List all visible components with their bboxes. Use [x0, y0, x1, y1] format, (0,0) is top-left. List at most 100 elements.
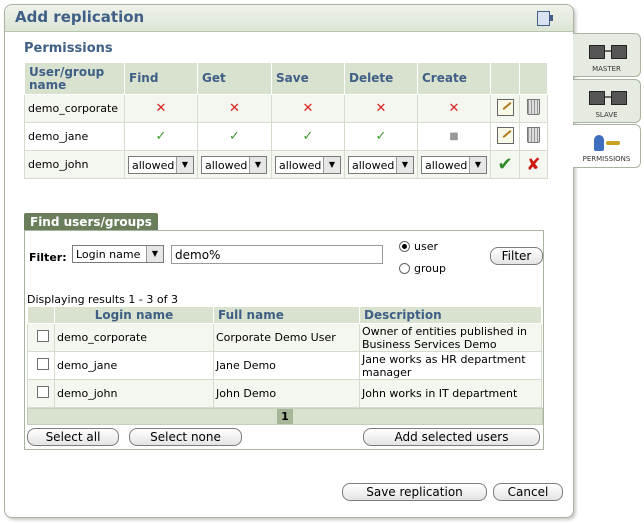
checkbox-column-header: [27, 306, 55, 324]
permission-get-cell: allowed ▼: [197, 150, 272, 179]
save-replication-button[interactable]: Save replication: [342, 483, 487, 501]
select-value: allowed: [205, 158, 248, 172]
row-checkbox[interactable]: [37, 386, 49, 398]
column-header-remove: [519, 62, 548, 95]
results-count: Displaying results 1 - 3 of 3: [27, 293, 178, 306]
row-checkbox[interactable]: [37, 330, 49, 342]
user-row: demo_john John Demo John works in IT dep…: [27, 379, 542, 408]
chevron-down-icon: ▼: [146, 246, 163, 262]
denied-icon: ✕: [229, 101, 240, 116]
column-header-delete: Delete: [344, 62, 418, 95]
tab-permissions-label: PERMISSIONS: [582, 155, 631, 163]
tab-slave-label: SLAVE: [595, 111, 618, 119]
denied-icon: ✕: [302, 101, 314, 116]
user-key-icon: [592, 135, 622, 151]
permission-find-cell: ✕: [124, 94, 198, 123]
full-name-cell: John Demo: [213, 379, 360, 408]
chevron-down-icon: ▼: [176, 156, 193, 173]
tab-master[interactable]: MASTER: [573, 33, 641, 77]
permission-user-name: demo_jane: [24, 122, 125, 151]
permission-row-editing: demo_john allowed ▼ allowed ▼ allowed ▼ all…: [24, 150, 548, 179]
permissions-heading: Permissions: [24, 41, 113, 56]
filter-input[interactable]: [171, 245, 383, 264]
tab-permissions[interactable]: PERMISSIONS: [573, 124, 641, 168]
row-checkbox[interactable]: [37, 358, 49, 370]
find-users-groups-box: Filter: Login name ▼ user group Filter Di…: [24, 230, 544, 450]
denied-icon: ✕: [448, 101, 460, 116]
permission-create-cell: allowed ▼: [417, 150, 491, 179]
description-cell: John works in IT department: [359, 379, 542, 408]
radio-group[interactable]: [399, 263, 410, 274]
permission-find-cell: allowed ▼: [124, 150, 198, 179]
cancel-button[interactable]: Cancel: [493, 483, 563, 501]
add-replication-panel: Add replication Permissions User/group n…: [4, 4, 574, 518]
description-cell: Owner of entities published in Business …: [359, 323, 542, 352]
chevron-down-icon: ▼: [396, 156, 413, 173]
full-name-cell: Jane Demo: [213, 351, 360, 380]
get-permission-select[interactable]: allowed ▼: [201, 155, 267, 174]
help-document-icon[interactable]: [537, 11, 553, 26]
filter-field-select[interactable]: Login name ▼: [72, 245, 164, 263]
create-permission-select[interactable]: allowed ▼: [421, 155, 487, 174]
title-bar: Add replication: [5, 5, 573, 32]
edit-icon[interactable]: [496, 126, 514, 144]
user-row: demo_jane Jane Demo Jane works as HR dep…: [27, 351, 542, 380]
description-cell: Jane works as HR department manager: [359, 351, 542, 380]
permission-row: demo_jane ✓ ✓ ✓ ✓ ■: [24, 122, 548, 151]
page-number[interactable]: 1: [277, 409, 293, 424]
column-header-save: Save: [271, 62, 345, 95]
permission-create-cell: ■: [417, 122, 491, 151]
remove-cell: [519, 94, 548, 123]
select-value: allowed: [132, 158, 175, 172]
denied-icon: ✕: [375, 101, 387, 116]
server-icon: [587, 85, 627, 109]
allowed-check-icon: ✓: [229, 129, 240, 144]
select-none-button[interactable]: Select none: [129, 428, 242, 446]
add-selected-users-button[interactable]: Add selected users: [363, 428, 540, 446]
permission-save-cell: allowed ▼: [271, 150, 345, 179]
find-users-groups-tab: Find users/groups: [24, 213, 158, 231]
cancel-x-icon[interactable]: ✘: [526, 155, 540, 175]
chevron-down-icon: ▼: [323, 156, 340, 173]
select-value: allowed: [425, 158, 468, 172]
edit-cell: [490, 94, 520, 123]
column-header-create: Create: [417, 62, 491, 95]
checkbox-cell: [27, 379, 55, 408]
confirm-check-icon[interactable]: ✔: [497, 154, 512, 175]
allowed-check-icon: ✓: [302, 129, 314, 144]
find-permission-select[interactable]: allowed ▼: [128, 155, 194, 174]
column-header-get: Get: [197, 62, 272, 95]
permission-user-name: demo_corporate: [24, 94, 125, 123]
permission-row: demo_corporate ✕ ✕ ✕ ✕ ✕: [24, 94, 548, 123]
trash-icon[interactable]: [527, 99, 540, 115]
column-header-full-name: Full name: [213, 306, 360, 324]
tab-slave[interactable]: SLAVE: [573, 79, 641, 123]
delete-permission-select[interactable]: allowed ▼: [348, 155, 414, 174]
filter-field-value: Login name: [76, 248, 141, 261]
confirm-cell: ✔: [490, 150, 520, 179]
radio-user[interactable]: [399, 241, 410, 252]
checkbox-cell: [27, 323, 55, 352]
permission-user-name: demo_john: [24, 150, 125, 179]
cancel-edit-cell: ✘: [519, 150, 548, 179]
permission-save-cell: ✓: [271, 122, 345, 151]
chevron-down-icon: ▼: [469, 156, 486, 173]
chevron-down-icon: ▼: [249, 156, 266, 173]
edit-cell: [490, 122, 520, 151]
edit-icon[interactable]: [496, 98, 514, 116]
users-header-row: Login name Full name Description: [27, 306, 542, 324]
permissions-table: User/group name Find Get Save Delete Cre…: [24, 62, 548, 179]
filter-button[interactable]: Filter: [490, 247, 543, 265]
column-header-login-name: Login name: [54, 306, 214, 324]
permission-find-cell: ✓: [124, 122, 198, 151]
trash-icon[interactable]: [527, 127, 540, 143]
save-permission-select[interactable]: allowed ▼: [275, 155, 341, 174]
server-icon: [587, 39, 627, 63]
denied-icon: ✕: [155, 101, 167, 116]
users-results-table: Login name Full name Description demo_co…: [27, 306, 542, 408]
radio-user-label: user: [414, 240, 438, 253]
select-all-button[interactable]: Select all: [27, 428, 119, 446]
column-header-edit: [490, 62, 520, 95]
window-title: Add replication: [15, 8, 145, 26]
login-name-cell: demo_john: [54, 379, 214, 408]
